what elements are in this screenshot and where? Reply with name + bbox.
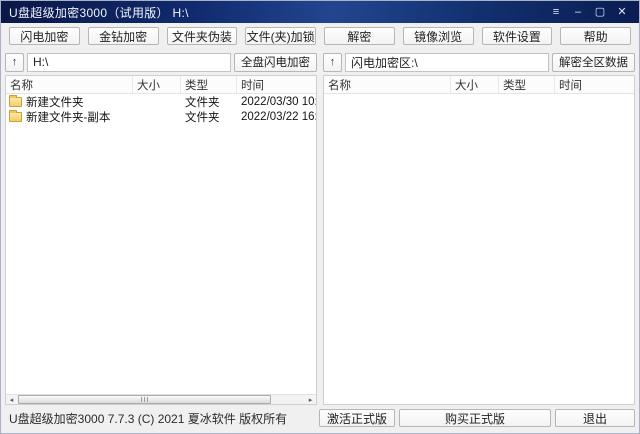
toolbar-button-8[interactable]: 帮助: [560, 27, 631, 45]
right-list-header: 名称大小类型时间: [324, 76, 634, 94]
local-disk-pane: ↑ 全盘闪电加密 名称大小类型时间 新建文件夹文件夹2022/03/30 10:…: [5, 51, 317, 405]
toolbar-button-5[interactable]: 解密: [324, 27, 395, 45]
scrollbar-grip-icon: [141, 397, 148, 402]
app-window: U盘超级加密3000（试用版） H:\ ≡–▢✕ 闪电加密金钻加密文件夹伪装文件…: [0, 0, 640, 434]
window-title: U盘超级加密3000（试用版） H:\: [9, 4, 189, 21]
left-file-list: 名称大小类型时间 新建文件夹文件夹2022/03/30 10:03新建文件夹-副…: [5, 75, 317, 405]
right-column-header-time[interactable]: 时间: [555, 76, 634, 93]
right-path-input[interactable]: [345, 53, 549, 72]
right-column-header-size[interactable]: 大小: [451, 76, 499, 93]
scrollbar-thumb[interactable]: [18, 395, 271, 404]
decrypt-all-zone-button[interactable]: 解密全区数据: [552, 53, 635, 72]
scroll-right-icon[interactable]: ▸: [305, 395, 316, 404]
buy-full-version-button[interactable]: 购买正式版: [399, 409, 551, 427]
scroll-left-icon[interactable]: ◂: [6, 395, 17, 404]
right-column-header-name[interactable]: 名称: [324, 76, 451, 93]
scrollbar-track[interactable]: [17, 395, 305, 404]
toolbar-button-2[interactable]: 金钻加密: [88, 27, 159, 45]
left-column-header-size[interactable]: 大小: [133, 76, 181, 93]
file-type-cell: 文件夹: [181, 94, 237, 110]
encrypt-whole-disk-button[interactable]: 全盘闪电加密: [234, 53, 317, 72]
toolbar-button-4[interactable]: 文件(夹)加锁: [245, 27, 316, 45]
window-controls: ≡–▢✕: [547, 4, 631, 20]
main-toolbar: 闪电加密金钻加密文件夹伪装文件(夹)加锁解密镜像浏览软件设置帮助: [1, 23, 639, 49]
left-list-header: 名称大小类型时间: [6, 76, 316, 94]
file-name-cell: 新建文件夹-副本: [6, 109, 133, 125]
encrypted-zone-pane: ↑ 解密全区数据 名称大小类型时间: [323, 51, 635, 405]
folder-icon: [9, 112, 22, 122]
toolbar-button-6[interactable]: 镜像浏览: [403, 27, 474, 45]
file-time-cell: 2022/03/30 10:03: [237, 96, 316, 108]
minimize-button[interactable]: –: [569, 4, 587, 20]
left-column-header-time[interactable]: 时间: [237, 76, 316, 93]
exit-button[interactable]: 退出: [555, 409, 635, 427]
left-list-body[interactable]: 新建文件夹文件夹2022/03/30 10:03新建文件夹-副本文件夹2022/…: [6, 94, 316, 394]
left-path-row: ↑ 全盘闪电加密: [5, 51, 317, 73]
right-file-list: 名称大小类型时间: [323, 75, 635, 405]
activate-full-version-button[interactable]: 激活正式版: [319, 409, 395, 427]
right-list-body[interactable]: [324, 94, 634, 404]
file-name-cell: 新建文件夹: [6, 94, 133, 110]
maximize-button[interactable]: ▢: [591, 4, 609, 20]
license-buttons: 激活正式版购买正式版退出: [319, 409, 635, 427]
right-path-row: ↑ 解密全区数据: [323, 51, 635, 73]
up-directory-button[interactable]: ↑: [323, 53, 342, 72]
close-button[interactable]: ✕: [613, 4, 631, 20]
file-type-cell: 文件夹: [181, 109, 237, 125]
table-row[interactable]: 新建文件夹 文件夹2022/03/30 10:03: [6, 94, 316, 109]
left-column-header-type[interactable]: 类型: [181, 76, 237, 93]
left-path-input[interactable]: [27, 53, 231, 72]
left-horizontal-scrollbar[interactable]: ◂ ▸: [6, 394, 316, 404]
toolbar-button-1[interactable]: 闪电加密: [9, 27, 80, 45]
toolbar-button-3[interactable]: 文件夹伪装: [167, 27, 238, 45]
table-row[interactable]: 新建文件夹-副本 文件夹2022/03/22 16:31: [6, 109, 316, 124]
file-time-cell: 2022/03/22 16:31: [237, 111, 316, 123]
folder-icon: [9, 97, 22, 107]
toolbar-button-7[interactable]: 软件设置: [482, 27, 553, 45]
file-name-label: 新建文件夹: [26, 94, 84, 110]
right-column-header-type[interactable]: 类型: [499, 76, 555, 93]
copyright-text: U盘超级加密3000 7.7.3 (C) 2021 夏冰软件 版权所有: [9, 410, 287, 427]
title-bar: U盘超级加密3000（试用版） H:\ ≡–▢✕: [1, 1, 639, 23]
left-column-header-name[interactable]: 名称: [6, 76, 133, 93]
up-directory-button[interactable]: ↑: [5, 53, 24, 72]
status-bar: U盘超级加密3000 7.7.3 (C) 2021 夏冰软件 版权所有 激活正式…: [1, 405, 639, 433]
menu-icon[interactable]: ≡: [547, 4, 565, 20]
main-area: ↑ 全盘闪电加密 名称大小类型时间 新建文件夹文件夹2022/03/30 10:…: [1, 49, 639, 405]
file-name-label: 新建文件夹-副本: [26, 109, 110, 125]
